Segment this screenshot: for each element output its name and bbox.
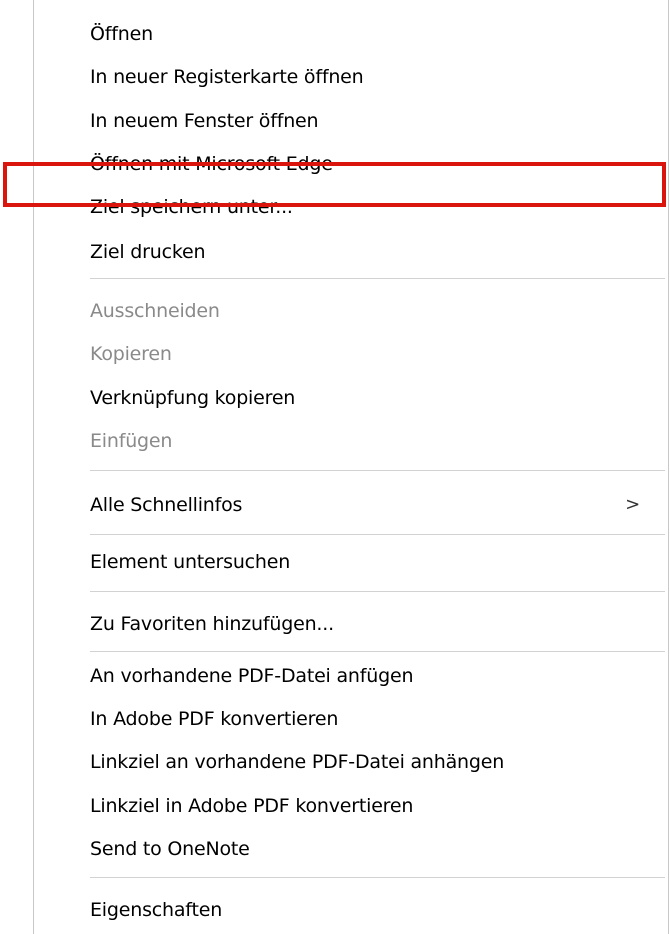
menu-item-add-to-favorites[interactable]: Zu Favoriten hinzufügen... <box>34 604 668 644</box>
menu-item-label: Öffnen mit Microsoft Edge <box>90 153 333 175</box>
menu-item-convert-to-pdf[interactable]: In Adobe PDF konvertieren <box>34 699 668 739</box>
menu-item-label: Öffnen <box>90 23 153 45</box>
menu-item-label: Linkziel an vorhandene PDF-Datei anhänge… <box>90 751 505 773</box>
chevron-right-icon: > <box>625 494 640 515</box>
menu-item-paste: Einfügen <box>34 421 668 461</box>
menu-item-label: In Adobe PDF konvertieren <box>90 708 339 730</box>
menu-item-label: In neuem Fenster öffnen <box>90 110 319 132</box>
menu-item-properties[interactable]: Eigenschaften <box>34 890 668 930</box>
menu-item-label: Eigenschaften <box>90 899 223 921</box>
menu-separator <box>90 651 665 652</box>
menu-item-append-to-pdf[interactable]: An vorhandene PDF-Datei anfügen <box>34 656 668 696</box>
menu-item-label: Send to OneNote <box>90 838 250 860</box>
menu-item-open-with-edge[interactable]: Öffnen mit Microsoft Edge <box>34 144 668 184</box>
menu-separator <box>90 534 665 535</box>
menu-item-label: Zu Favoriten hinzufügen... <box>90 613 334 635</box>
menu-item-label: Element untersuchen <box>90 551 291 573</box>
menu-border-right <box>668 0 669 934</box>
menu-item-convert-link-target-to-pdf[interactable]: Linkziel in Adobe PDF konvertieren <box>34 786 668 826</box>
menu-item-label: In neuer Registerkarte öffnen <box>90 66 364 88</box>
menu-item-label: Einfügen <box>90 430 173 452</box>
menu-item-open[interactable]: Öffnen <box>34 14 668 54</box>
menu-item-label: Verknüpfung kopieren <box>90 387 296 409</box>
menu-item-copy-shortcut[interactable]: Verknüpfung kopieren <box>34 378 668 418</box>
menu-item-label: Linkziel in Adobe PDF konvertieren <box>90 795 414 817</box>
context-menu: Öffnen In neuer Registerkarte öffnen In … <box>0 0 670 934</box>
menu-item-print-target[interactable]: Ziel drucken <box>34 232 668 272</box>
menu-separator <box>90 278 665 279</box>
menu-separator <box>90 470 665 471</box>
menu-item-append-link-target-to-pdf[interactable]: Linkziel an vorhandene PDF-Datei anhänge… <box>34 742 668 782</box>
menu-item-label: Ausschneiden <box>90 300 220 322</box>
menu-item-copy: Kopieren <box>34 334 668 374</box>
menu-item-save-target-as[interactable]: Ziel speichern unter... <box>34 187 668 227</box>
menu-item-label: Ziel drucken <box>90 241 206 263</box>
menu-item-label: Ziel speichern unter... <box>90 196 293 218</box>
menu-separator <box>90 591 665 592</box>
menu-item-inspect-element[interactable]: Element untersuchen <box>34 542 668 582</box>
menu-separator <box>90 877 665 878</box>
menu-item-open-new-window[interactable]: In neuem Fenster öffnen <box>34 101 668 141</box>
menu-item-send-to-onenote[interactable]: Send to OneNote <box>34 829 668 869</box>
menu-item-cut: Ausschneiden <box>34 291 668 331</box>
menu-item-label: Kopieren <box>90 343 172 365</box>
menu-item-label: An vorhandene PDF-Datei anfügen <box>90 665 414 687</box>
menu-item-all-tooltips[interactable]: Alle Schnellinfos > <box>34 485 668 525</box>
menu-item-label: Alle Schnellinfos <box>90 494 243 516</box>
menu-item-open-new-tab[interactable]: In neuer Registerkarte öffnen <box>34 57 668 97</box>
